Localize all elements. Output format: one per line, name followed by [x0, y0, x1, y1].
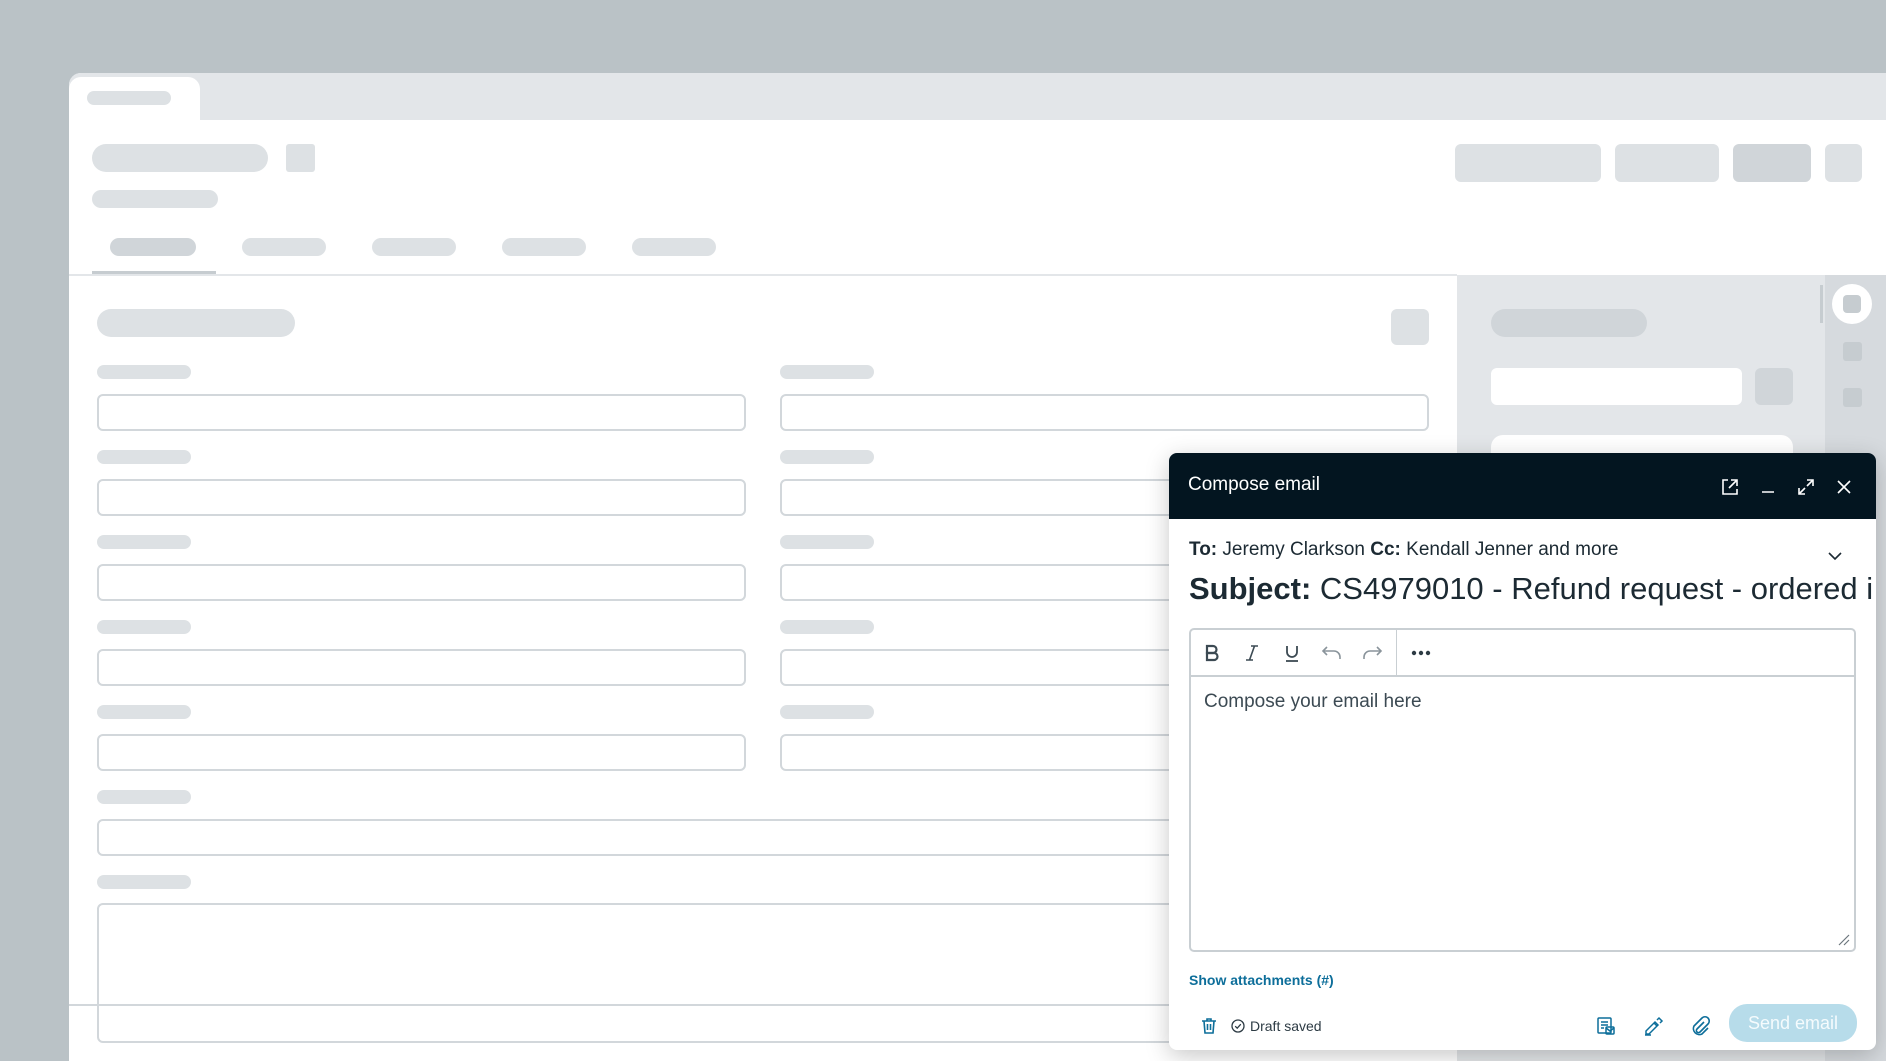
active-tab[interactable]	[69, 77, 200, 120]
field-label-placeholder	[780, 450, 874, 464]
open-in-new-window-icon[interactable]	[1718, 475, 1742, 499]
action-button-placeholder[interactable]	[1455, 144, 1601, 182]
subject-line[interactable]: Subject: CS4979010 - Refund request - or…	[1189, 571, 1876, 607]
close-icon[interactable]	[1832, 475, 1856, 499]
compose-title: Compose email	[1188, 474, 1320, 495]
to-label: To:	[1189, 539, 1218, 560]
rail-button[interactable]	[1843, 388, 1862, 407]
subject-label: Subject:	[1189, 571, 1312, 606]
chevron-down-icon[interactable]	[1825, 547, 1845, 565]
panel-heading-placeholder	[1491, 309, 1647, 337]
cc-label: Cc:	[1370, 539, 1401, 560]
toolbar-separator	[1396, 630, 1397, 675]
field-label-placeholder	[97, 450, 191, 464]
field-label-placeholder	[97, 365, 191, 379]
tab-placeholder[interactable]	[110, 238, 196, 256]
cc-value: Kendall Jenner and more	[1406, 539, 1619, 560]
section-heading-placeholder	[97, 309, 295, 337]
form-input-placeholder[interactable]	[97, 734, 746, 771]
delete-icon[interactable]	[1197, 1014, 1221, 1038]
field-label-placeholder	[97, 535, 191, 549]
field-label-placeholder	[780, 535, 874, 549]
divider	[69, 274, 1457, 276]
editor-toolbar	[1191, 630, 1854, 677]
tab-placeholder[interactable]	[632, 238, 716, 256]
subtitle-placeholder	[92, 190, 218, 208]
tab-placeholder[interactable]	[502, 238, 586, 256]
recipients-line[interactable]: To: Jeremy Clarkson Cc: Kendall Jenner a…	[1189, 539, 1618, 561]
field-label-placeholder	[97, 620, 191, 634]
to-value: Jeremy Clarkson	[1222, 539, 1365, 560]
underline-icon[interactable]	[1279, 640, 1305, 666]
check-circle-icon	[1231, 1019, 1245, 1033]
resize-handle-icon[interactable]	[1836, 932, 1850, 946]
field-label-placeholder	[97, 790, 191, 804]
compose-email-dialog: Compose email To: Jeremy Clarkson Cc: Ke…	[1169, 453, 1876, 1050]
form-input-placeholder[interactable]	[97, 479, 746, 516]
form-input-placeholder[interactable]	[780, 394, 1429, 431]
send-email-button[interactable]: Send email	[1729, 1004, 1857, 1042]
record-title-placeholder	[92, 144, 268, 172]
draft-status: Draft saved	[1231, 1018, 1322, 1034]
minimize-icon[interactable]	[1756, 475, 1780, 499]
email-editor[interactable]: Compose your email here	[1189, 628, 1856, 952]
tab-label-placeholder	[87, 91, 171, 105]
rail-button[interactable]	[1843, 342, 1862, 361]
form-input-placeholder[interactable]	[97, 564, 746, 601]
compose-header: Compose email	[1169, 453, 1876, 519]
expand-icon[interactable]	[1794, 475, 1818, 499]
more-actions-placeholder[interactable]	[1825, 144, 1862, 182]
field-label-placeholder	[780, 365, 874, 379]
undo-icon[interactable]	[1319, 640, 1345, 666]
field-label-placeholder	[780, 705, 874, 719]
subject-value: CS4979010 - Refund request - ordered i	[1319, 571, 1874, 606]
signature-icon[interactable]	[1641, 1014, 1665, 1038]
tab-placeholder[interactable]	[242, 238, 326, 256]
form-input-placeholder[interactable]	[97, 394, 746, 431]
panel-input-placeholder[interactable]	[1491, 368, 1742, 405]
editor-placeholder: Compose your email here	[1204, 691, 1422, 712]
title-icon-placeholder	[286, 144, 315, 172]
more-options-icon[interactable]	[1408, 640, 1434, 666]
field-label-placeholder	[780, 620, 874, 634]
redo-icon[interactable]	[1359, 640, 1385, 666]
form-input-placeholder[interactable]	[97, 649, 746, 686]
attach-icon[interactable]	[1688, 1014, 1712, 1038]
rail-indicator	[1820, 285, 1823, 323]
rail-active-button[interactable]	[1832, 284, 1872, 324]
tab-placeholder[interactable]	[372, 238, 456, 256]
bold-icon[interactable]	[1199, 640, 1225, 666]
panel-button-placeholder[interactable]	[1755, 368, 1793, 405]
templates-icon[interactable]	[1594, 1014, 1618, 1038]
section-action-placeholder[interactable]	[1391, 309, 1429, 345]
draft-status-label: Draft saved	[1250, 1018, 1322, 1034]
primary-action-placeholder[interactable]	[1733, 144, 1811, 182]
italic-icon[interactable]	[1239, 640, 1265, 666]
field-label-placeholder	[97, 875, 191, 889]
browser-tab-strip	[69, 73, 1886, 120]
action-button-placeholder[interactable]	[1615, 144, 1719, 182]
field-label-placeholder	[97, 705, 191, 719]
show-attachments-link[interactable]: Show attachments (#)	[1189, 972, 1334, 988]
